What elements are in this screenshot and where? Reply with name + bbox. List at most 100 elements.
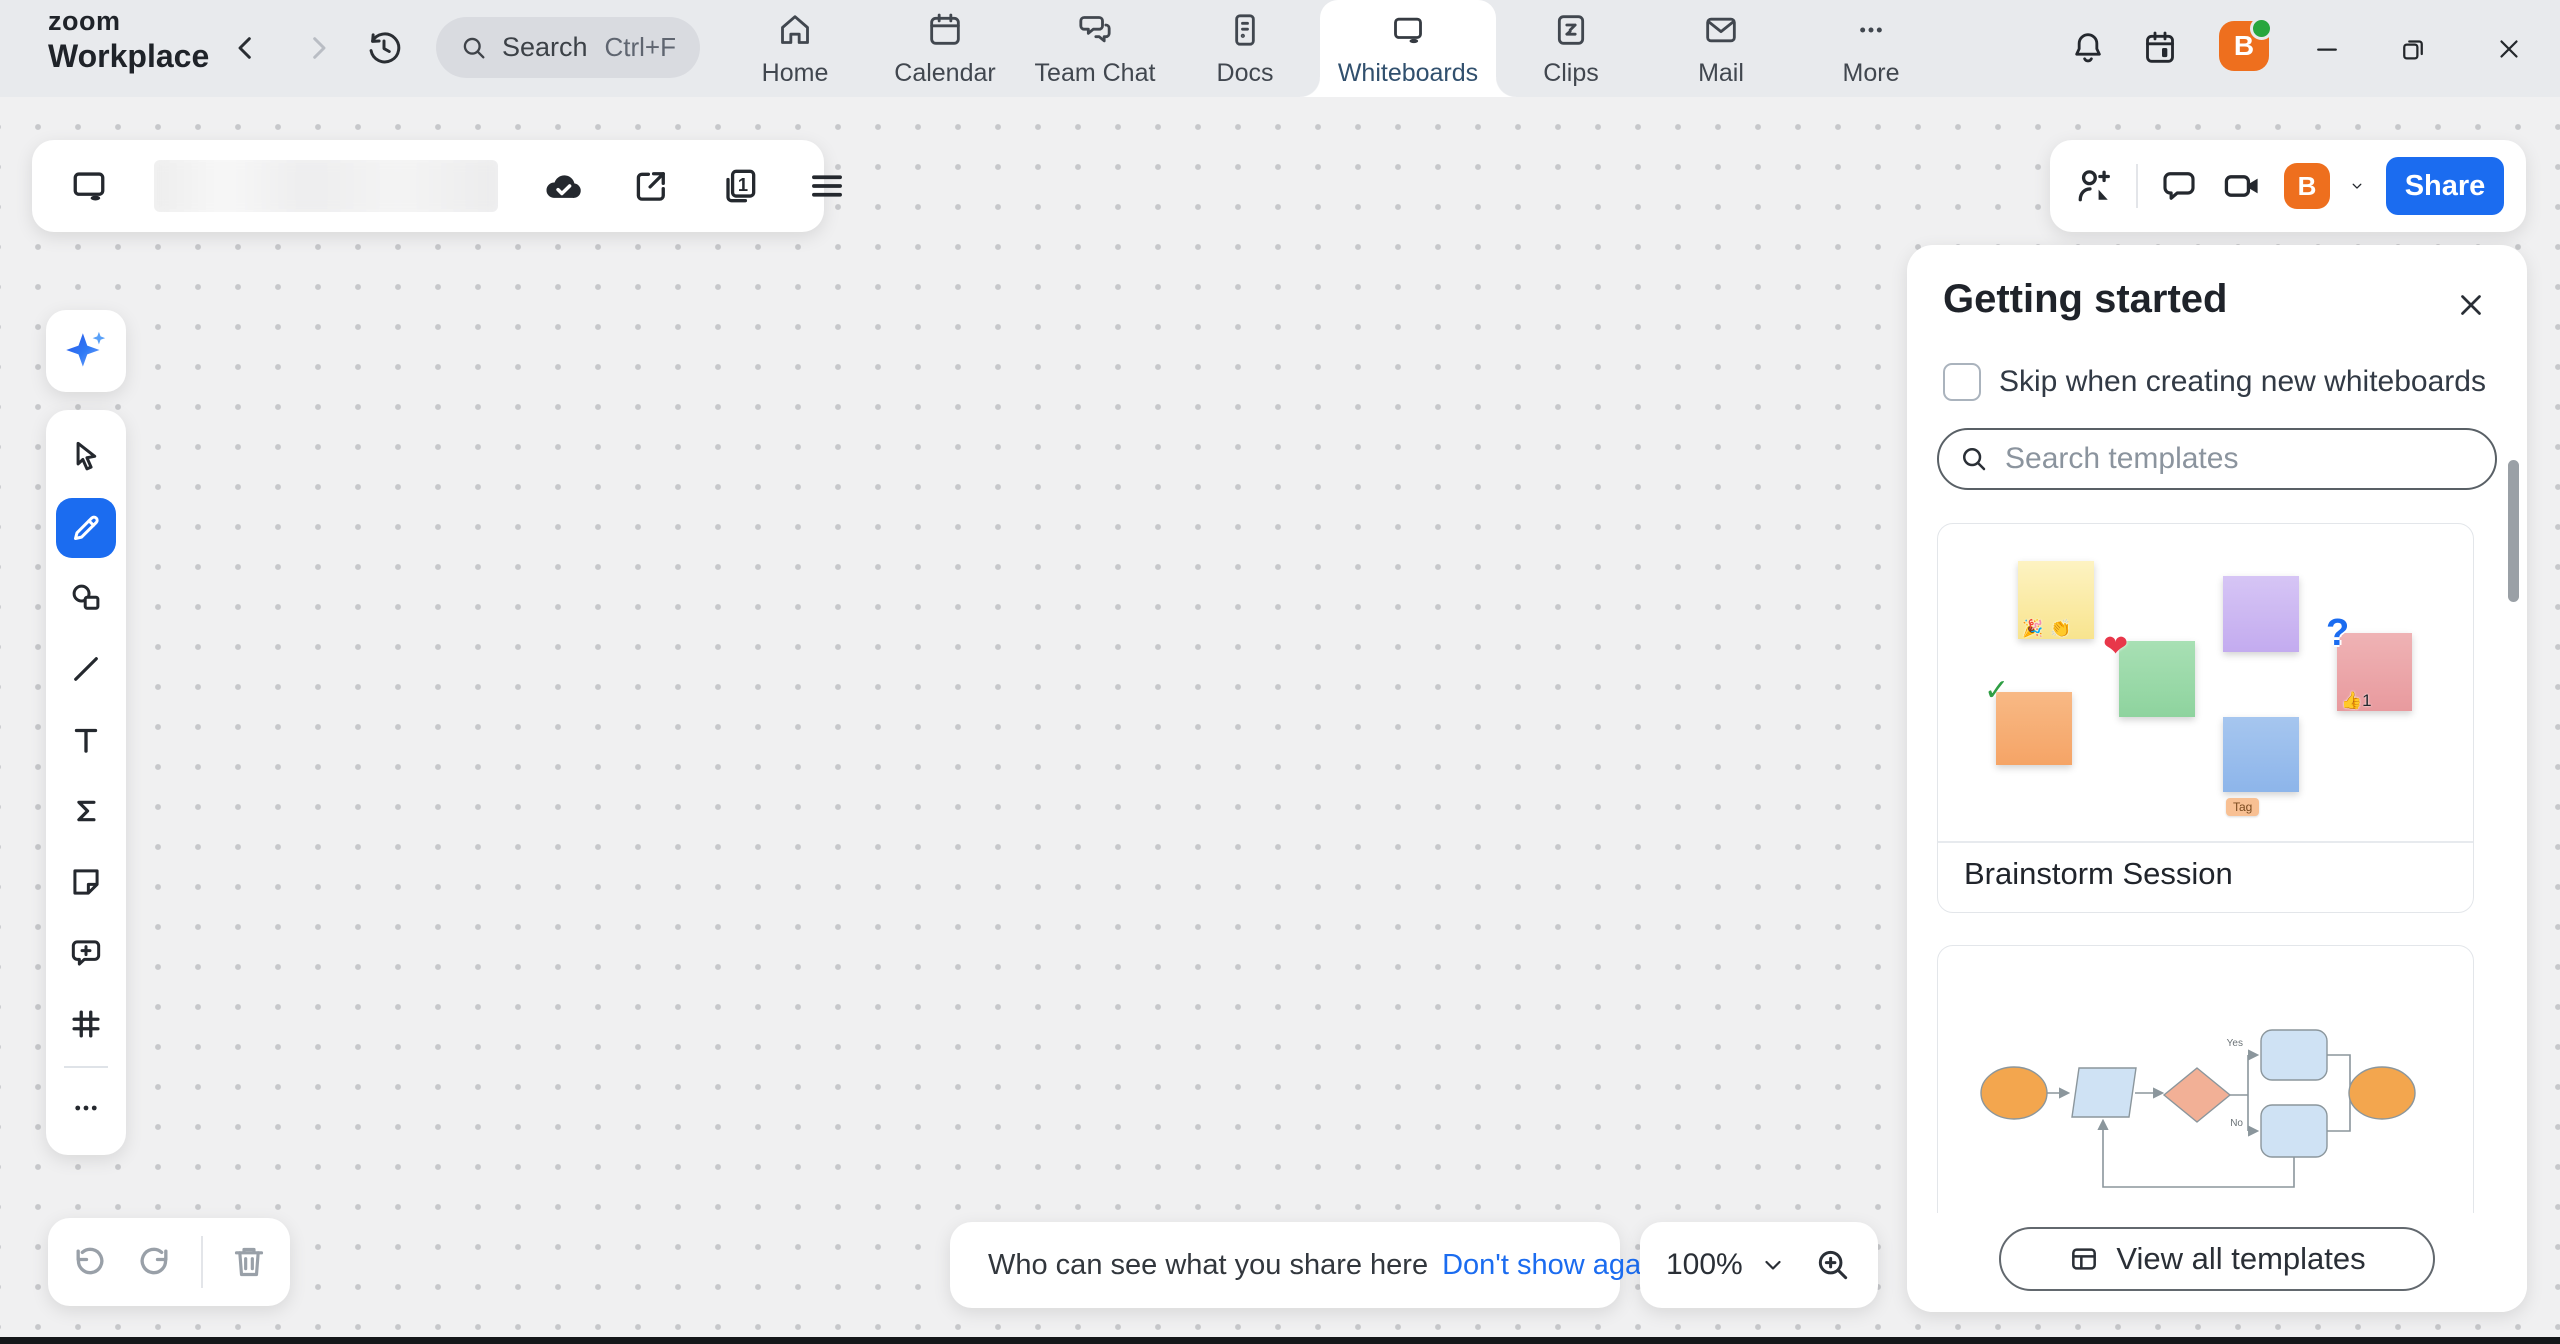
zoom-workplace-window: zoom Workplace Search Ctrl+F Home xyxy=(0,0,2560,1344)
cursor-icon xyxy=(67,437,105,475)
chat-button[interactable] xyxy=(2158,162,2200,210)
undo-button[interactable] xyxy=(69,1242,109,1282)
chevron-down-icon[interactable] xyxy=(1761,1253,1785,1277)
board-menu-button[interactable] xyxy=(804,163,850,209)
toolbar-divider xyxy=(201,1236,203,1288)
privacy-toast: Who can see what you share here Don't sh… xyxy=(950,1222,1620,1308)
skip-checkbox-label: Skip when creating new whiteboards xyxy=(1999,365,2486,399)
pages-icon: 1 xyxy=(717,164,761,208)
tool-more[interactable] xyxy=(46,1078,126,1138)
page-count: 1 xyxy=(738,174,748,195)
tool-comment[interactable] xyxy=(46,921,126,985)
dont-show-again-link[interactable]: Don't show again xyxy=(1442,1249,1664,1282)
ai-companion-button[interactable] xyxy=(46,310,126,392)
chevron-left-icon xyxy=(230,32,262,64)
pages-button[interactable]: 1 xyxy=(716,163,762,209)
blur-overlay xyxy=(154,160,498,212)
delete-button[interactable] xyxy=(229,1242,269,1282)
tool-text[interactable] xyxy=(46,708,126,772)
notifications-button[interactable] xyxy=(2066,26,2110,70)
tools-divider xyxy=(64,1066,108,1068)
chevron-right-icon xyxy=(302,32,334,64)
board-home-button[interactable] xyxy=(66,163,112,209)
templates-grid-icon xyxy=(2068,1243,2100,1275)
tab-calendar[interactable]: Calendar xyxy=(870,0,1020,97)
search-icon xyxy=(460,34,488,62)
zoom-controls: 100% xyxy=(1640,1222,1878,1308)
more-dots-icon xyxy=(68,1090,104,1126)
tab-label: Team Chat xyxy=(1035,59,1156,88)
tab-team-chat[interactable]: Team Chat xyxy=(1020,0,1170,97)
trash-icon xyxy=(229,1242,269,1282)
minimize-button[interactable] xyxy=(2306,28,2348,70)
tab-mail[interactable]: Mail xyxy=(1646,0,1796,97)
tab-label: Docs xyxy=(1217,59,1274,88)
pencil-icon xyxy=(68,510,104,546)
minimize-icon xyxy=(2312,34,2342,64)
board-toolbar: 1 xyxy=(32,140,824,232)
zoom-in-icon[interactable] xyxy=(1814,1246,1852,1284)
tool-sticky-note[interactable] xyxy=(46,850,126,914)
zoom-level[interactable]: 100% xyxy=(1666,1248,1743,1282)
tool-line[interactable] xyxy=(46,637,126,701)
line-icon xyxy=(67,650,105,688)
flowchart-thumbnail: Yes No xyxy=(1938,946,2474,1214)
view-all-templates-button[interactable]: View all templates xyxy=(1999,1227,2435,1291)
redo-button[interactable] xyxy=(135,1242,175,1282)
open-in-new-button[interactable] xyxy=(628,163,674,209)
party-reaction: 🎉 xyxy=(2022,620,2043,637)
close-panel-button[interactable] xyxy=(2449,283,2493,327)
branch-label-yes: Yes xyxy=(2227,1038,2243,1049)
invite-collaborator-icon xyxy=(2072,164,2116,208)
undo-redo-toolbar xyxy=(48,1218,290,1306)
meetings-calendar-button[interactable] xyxy=(2138,26,2182,70)
board-title-field-blurred[interactable] xyxy=(154,160,498,212)
status-dot xyxy=(2250,17,2273,40)
close-icon xyxy=(2454,288,2488,322)
sticky-green xyxy=(2119,641,2195,717)
account-avatar[interactable]: B xyxy=(2219,21,2269,71)
more-dots-icon xyxy=(1851,10,1891,50)
tab-label: Home xyxy=(762,59,829,88)
global-search[interactable]: Search Ctrl+F xyxy=(436,17,700,78)
app-tabs: Home Calendar Team Chat Docs Whiteboards xyxy=(720,0,1946,97)
tab-clips[interactable]: Clips xyxy=(1496,0,1646,97)
chevron-down-icon[interactable] xyxy=(2350,173,2364,199)
tab-whiteboards[interactable]: Whiteboards xyxy=(1320,0,1496,97)
tab-label: Calendar xyxy=(894,59,995,88)
question-mark: ? xyxy=(2326,614,2349,652)
shapes-icon xyxy=(67,579,105,617)
check-reaction: ✓ xyxy=(1984,676,2009,706)
template-search-input[interactable] xyxy=(2003,441,2475,477)
docs-icon xyxy=(1225,10,1265,50)
back-button[interactable] xyxy=(224,26,268,70)
tool-shapes[interactable] xyxy=(46,566,126,630)
tab-docs[interactable]: Docs xyxy=(1170,0,1320,97)
add-collaborators-button[interactable] xyxy=(2072,162,2116,210)
branch-label-no: No xyxy=(2230,1118,2243,1129)
tab-more[interactable]: More xyxy=(1796,0,1946,97)
collaboration-toolbar: B Share xyxy=(2050,140,2526,232)
ai-sparkle-icon xyxy=(61,326,111,376)
panel-scrollbar-thumb[interactable] xyxy=(2508,460,2519,602)
sigma-icon xyxy=(67,792,105,830)
template-card-brainstorm[interactable]: ❤ ✓ ? 🎉 👏 👍1 Tag Brainstorm Session xyxy=(1937,523,2474,913)
tool-formula[interactable] xyxy=(46,779,126,843)
export-icon xyxy=(630,165,672,207)
tool-frame[interactable] xyxy=(46,992,126,1056)
search-shortcut: Ctrl+F xyxy=(605,32,677,63)
forward-button[interactable] xyxy=(296,26,340,70)
cloud-sync-status[interactable] xyxy=(540,163,586,209)
presence-avatar[interactable]: B xyxy=(2284,163,2330,209)
tab-home[interactable]: Home xyxy=(720,0,870,97)
close-window-button[interactable] xyxy=(2488,28,2530,70)
tool-draw-active[interactable] xyxy=(56,498,116,558)
video-button[interactable] xyxy=(2220,162,2264,210)
history-button[interactable] xyxy=(360,24,408,72)
tool-select[interactable] xyxy=(46,424,126,488)
share-button[interactable]: Share xyxy=(2386,157,2504,215)
search-icon xyxy=(1959,444,1989,474)
skip-checkbox[interactable] xyxy=(1943,363,1981,401)
restore-button[interactable] xyxy=(2392,28,2434,70)
chat-bubble-icon xyxy=(2158,165,2200,207)
